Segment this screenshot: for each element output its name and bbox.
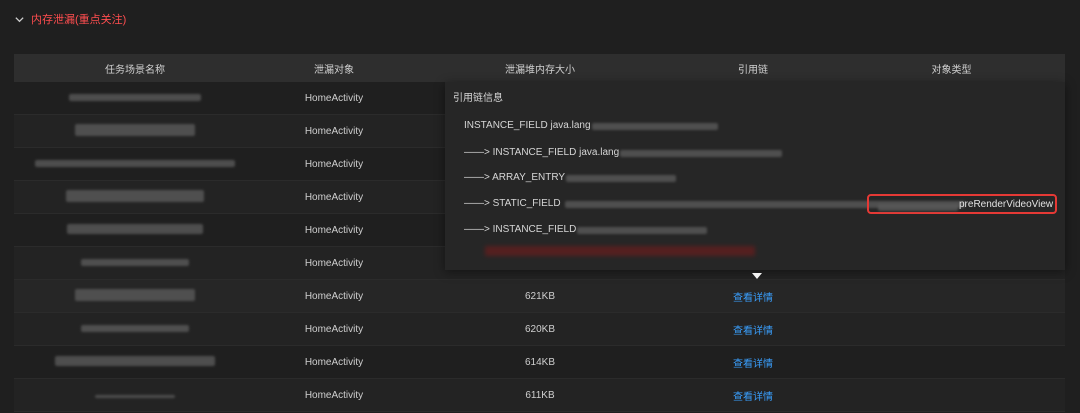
redacted-text [67,223,203,234]
leak-object-cell: HomeActivity [304,158,364,170]
chain-line: INSTANCE_FIELD java.lang [464,119,718,133]
header-task-scene: 任务场景名称 [105,64,165,76]
header-leak-object: 泄漏对象 [314,64,354,76]
table-row: HomeActivity 621KB 查看详情 [14,280,1065,313]
highlighted-field-name: preRenderVideoView [959,199,1054,210]
memory-leak-section-toggle[interactable]: 内存泄漏(重点关注) [14,11,126,27]
section-title: 内存泄漏(重点关注) [31,14,127,26]
task-scene-cell [14,258,256,269]
redacted-text [75,123,195,136]
header-ref-chain: 引用链 [738,64,768,76]
redacted-text [66,189,204,202]
redacted-text [577,226,708,234]
view-details-link[interactable]: 查看详情 [733,359,773,370]
heap-size-cell: 611KB [525,389,555,401]
redacted-text [95,394,175,398]
header-object-type: 对象类型 [931,64,972,76]
chain-line: ——> INSTANCE_FIELD [464,223,708,237]
chain-line: ——> INSTANCE_FIELD java.lang [464,146,783,160]
leak-object-cell: HomeActivity [304,257,364,269]
redacted-text [81,324,189,332]
table-row: HomeActivity 620KB 查看详情 [14,313,1065,346]
leak-object-cell: HomeActivity [304,356,364,368]
ref-chain-cell: 查看详情 [668,388,838,403]
redacted-text [591,122,718,130]
ref-chain-cell: 查看详情 [668,289,838,304]
redacted-text [81,258,189,266]
header-heap-size: 泄漏堆内存大小 [505,64,575,76]
heap-size-cell: 620KB [524,323,556,335]
leak-object-cell: HomeActivity [304,290,364,302]
heap-size-cell: 621KB [524,290,556,302]
table-header: 任务场景名称 泄漏对象 泄漏堆内存大小 引用链 对象类型 [14,54,1065,82]
redacted-text [620,149,783,157]
redacted-text [55,355,215,366]
chain-line-text: ——> INSTANCE_FIELD [464,224,577,235]
task-scene-cell [14,189,256,205]
chain-line-text: ——> ARRAY_ENTRY [464,172,566,183]
task-scene-cell [14,93,256,104]
reference-chain-popup: 引用链信息 INSTANCE_FIELD java.lang ——> INSTA… [445,82,1065,270]
chain-line-text: ——> STATIC_FIELD [464,198,561,209]
view-details-link[interactable]: 查看详情 [733,326,773,337]
view-details-link[interactable]: 查看详情 [733,293,773,304]
leak-object-cell: HomeActivity [304,323,364,335]
table-row: HomeActivity 614KB 查看详情 [14,346,1065,379]
chain-line: ——> ARRAY_ENTRY [464,171,677,185]
chain-line-text: INSTANCE_FIELD java.lang [464,120,591,131]
task-scene-cell [14,288,256,304]
ref-chain-cell: 查看详情 [668,355,838,370]
redacted-text [566,174,677,182]
task-scene-cell [14,159,256,170]
task-scene-cell [14,223,256,237]
popup-caret-icon [752,273,762,279]
view-details-link[interactable]: 查看详情 [733,392,773,403]
leak-object-cell: HomeActivity [304,389,364,401]
chain-line-text: ——> INSTANCE_FIELD java.lang [464,147,620,158]
redacted-text [69,93,201,101]
leak-object-cell: HomeActivity [304,125,364,137]
redacted-text [35,159,235,167]
leak-object-cell: HomeActivity [304,92,364,104]
table-row: HomeActivity 611KB 查看详情 [14,379,1065,412]
task-scene-cell [14,123,256,139]
chevron-down-icon [15,16,24,22]
task-scene-cell [14,355,256,369]
heap-size-cell: 614KB [524,356,556,368]
leak-object-cell: HomeActivity [304,191,364,203]
redacted-text [75,288,195,301]
task-scene-cell [14,324,256,335]
popup-title: 引用链信息 [453,93,503,104]
task-scene-cell [14,390,256,401]
leak-object-cell: HomeActivity [304,224,364,236]
redacted-red-line [485,246,755,256]
redacted-text [878,204,958,211]
ref-chain-cell: 查看详情 [668,322,838,337]
